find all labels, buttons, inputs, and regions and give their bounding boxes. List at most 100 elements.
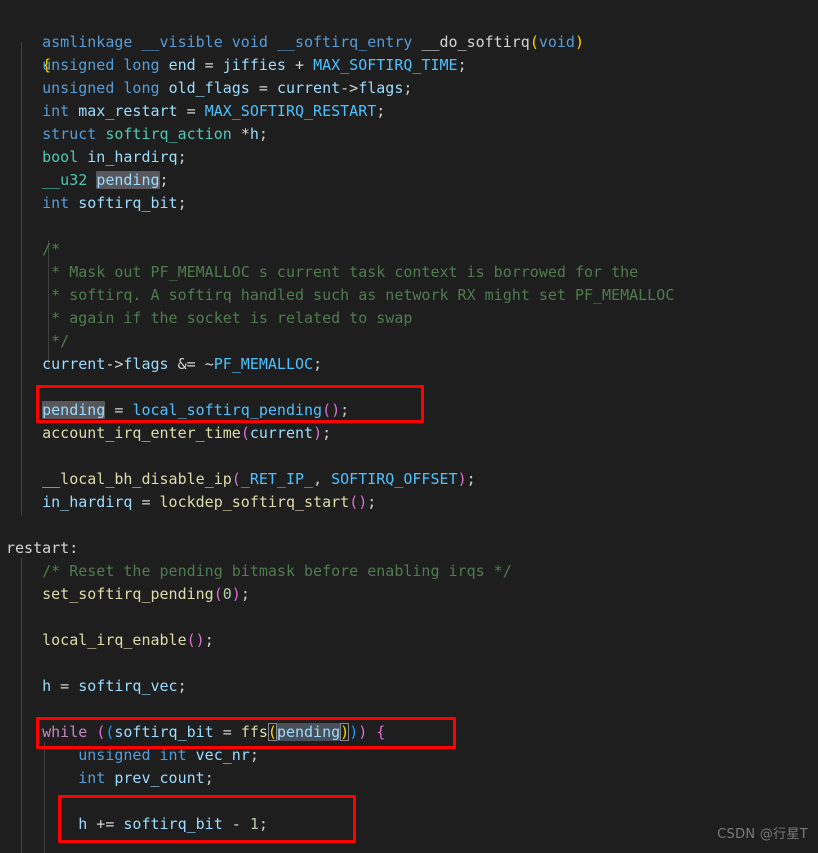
code-line-blank-29[interactable]	[0, 652, 818, 675]
token-pending-var-declaration: pending	[96, 171, 160, 189]
token-in-hardirq-var: in_hardirq	[87, 148, 178, 166]
code-line-4[interactable]: unsigned long old_flags = current->flags…	[0, 77, 818, 100]
token-star: *	[240, 125, 250, 143]
code-line-24-restart-label[interactable]: restart:	[0, 537, 818, 560]
code-line-comment-3[interactable]: * softirq. A softirq handled such as net…	[0, 284, 818, 307]
code-line-comment-2[interactable]: * Mask out PF_MEMALLOC s current task co…	[0, 261, 818, 284]
code-line-1[interactable]: asmlinkage __visible void __softirq_entr…	[0, 8, 818, 51]
code-line-5[interactable]: int max_restart = MAX_SOFTIRQ_RESTART;	[0, 100, 818, 123]
code-line-8[interactable]: __u32 pending;	[0, 169, 818, 192]
code-line-30[interactable]: h = softirq_vec;	[0, 675, 818, 698]
code-line-26[interactable]: set_softirq_pending(0);	[0, 583, 818, 606]
code-line-comment-open[interactable]: /*	[0, 238, 818, 261]
code-line-2[interactable]: {	[0, 31, 818, 74]
token-plus: +	[285, 56, 314, 74]
token-one-literal: 1	[249, 815, 259, 833]
token-current: current	[276, 79, 341, 97]
code-line-19[interactable]: account_irq_enter_time(current);	[0, 422, 818, 445]
token-open-paren: (	[240, 424, 250, 442]
code-line-blank-27[interactable]	[0, 606, 818, 629]
code-line-blank-23[interactable]	[0, 514, 818, 537]
token-semicolon: ;	[258, 125, 268, 143]
code-line-34[interactable]: int prev_count;	[0, 767, 818, 790]
token-open-paren: (	[349, 493, 359, 511]
token-long: long	[123, 56, 160, 74]
token-int: int	[42, 102, 70, 120]
token-open-paren: (	[213, 585, 223, 603]
token-struct: struct	[42, 125, 97, 143]
code-line-22[interactable]: in_hardirq = lockdep_softirq_start();	[0, 491, 818, 514]
token-while-keyword: while	[42, 723, 88, 741]
token-arrow: ->	[340, 79, 359, 97]
token-prev-count-var: prev_count	[114, 769, 205, 787]
token-close-paren: )	[231, 585, 241, 603]
code-line-blank-20[interactable]	[0, 445, 818, 468]
code-line-25-comment[interactable]: /* Reset the pending bitmask before enab…	[0, 560, 818, 583]
code-line-6[interactable]: struct softirq_action *h;	[0, 123, 818, 146]
token-max-softirq-time: MAX_SOFTIRQ_TIME	[313, 56, 458, 74]
token-assign: =	[51, 677, 79, 695]
token-assign: =	[132, 493, 160, 511]
code-editor-viewport[interactable]: asmlinkage __visible void __softirq_entr…	[0, 0, 818, 853]
code-line-blank-35[interactable]	[0, 790, 818, 813]
token-local-irq-enable-call: local_irq_enable	[42, 631, 187, 649]
token-assign: =	[249, 79, 277, 97]
code-line-28[interactable]: local_irq_enable();	[0, 629, 818, 652]
token-semicolon: ;	[403, 79, 413, 97]
token-vec-nr-var: vec_nr	[195, 746, 250, 764]
token-pending-var: pending	[42, 401, 106, 419]
code-line-comment-close[interactable]: */	[0, 330, 818, 353]
token-open-paren: (	[322, 401, 332, 419]
token-int: int	[159, 746, 187, 764]
token-int: int	[78, 769, 106, 787]
token-semicolon: ;	[258, 815, 268, 833]
code-line-comment-4[interactable]: * again if the socket is related to swap	[0, 307, 818, 330]
token-comma: ,	[313, 470, 332, 488]
token-comment-line: * Mask out PF_MEMALLOC s current task co…	[42, 263, 639, 281]
code-line-33[interactable]: unsigned int vec_nr;	[0, 744, 818, 767]
token-bool: bool	[42, 148, 79, 166]
token-semicolon: ;	[367, 493, 377, 511]
token-local-softirq-pending-call: local_softirq_pending	[132, 401, 323, 419]
code-line-18-pending-assignment[interactable]: pending = local_softirq_pending();	[0, 399, 818, 422]
token-account-irq-enter-time-call: account_irq_enter_time	[42, 424, 241, 442]
code-line-36-h-increment[interactable]: h += softirq_bit - 1;	[0, 813, 818, 836]
token-softirq-bit-var: softirq_bit	[114, 723, 214, 741]
token-and-assign: &=	[168, 355, 205, 373]
token-softirq-action-type: softirq_action	[105, 125, 232, 143]
token-assign: =	[177, 102, 205, 120]
code-line-21[interactable]: __local_bh_disable_ip(_RET_IP_, SOFTIRQ_…	[0, 468, 818, 491]
token-comment-reset-pending: /* Reset the pending bitmask before enab…	[42, 562, 512, 580]
token-end-var: end	[168, 56, 196, 74]
token-jiffies: jiffies	[222, 56, 286, 74]
token-current: current	[42, 355, 106, 373]
token-close-paren: )	[457, 470, 467, 488]
token-pf-memalloc: PF_MEMALLOC	[213, 355, 314, 373]
token-old-flags-var: old_flags	[168, 79, 250, 97]
token-softirq-offset-arg: SOFTIRQ_OFFSET	[331, 470, 458, 488]
code-line-3[interactable]: unsigned long end = jiffies + MAX_SOFTIR…	[0, 54, 818, 77]
token-zero-literal: 0	[222, 585, 232, 603]
code-line-blank-17[interactable]	[0, 376, 818, 399]
token-semicolon: ;	[177, 677, 187, 695]
token-set-softirq-pending-call: set_softirq_pending	[42, 585, 214, 603]
token-max-restart-var: max_restart	[78, 102, 178, 120]
token-semicolon: ;	[159, 171, 169, 189]
token-open-paren-outer: (	[96, 723, 106, 741]
code-line-blank-31[interactable]	[0, 698, 818, 721]
token-close-paren-mid: )	[349, 723, 359, 741]
token-semicolon: ;	[313, 355, 323, 373]
token-int: int	[42, 194, 70, 212]
code-line-blank-10[interactable]	[0, 215, 818, 238]
code-line-16[interactable]: current->flags &= ~PF_MEMALLOC;	[0, 353, 818, 376]
code-line-7[interactable]: bool in_hardirq;	[0, 146, 818, 169]
token-u32-type: __u32	[42, 171, 88, 189]
token-tilde: ~	[204, 355, 214, 373]
code-line-9[interactable]: int softirq_bit;	[0, 192, 818, 215]
token-semicolon: ;	[466, 470, 476, 488]
token-unsigned: unsigned	[42, 56, 115, 74]
code-line-32-while-loop[interactable]: while ((softirq_bit = ffs(pending))) {	[0, 721, 818, 744]
token-assign: =	[213, 723, 241, 741]
token-semicolon: ;	[322, 424, 332, 442]
